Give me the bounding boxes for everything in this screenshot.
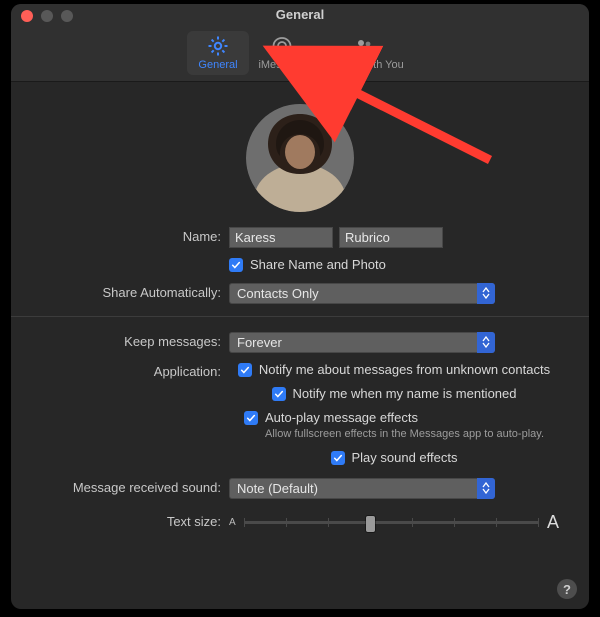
window-title: General bbox=[11, 7, 589, 22]
share-automatically-value: Contacts Only bbox=[237, 286, 319, 301]
autoplay-effects-note: Allow fullscreen effects in the Messages… bbox=[265, 428, 544, 440]
window-titlebar: General bbox=[11, 4, 589, 27]
notify-mention-label: Notify me when my name is mentioned bbox=[293, 385, 517, 403]
keep-messages-value: Forever bbox=[237, 335, 282, 350]
notify-unknown-checkbox[interactable]: Notify me about messages from unknown co… bbox=[238, 361, 550, 379]
text-size-max: A bbox=[547, 512, 559, 533]
help-label: ? bbox=[563, 582, 571, 597]
preferences-tabbar: General iMessage bbox=[11, 27, 589, 82]
received-sound-value: Note (Default) bbox=[237, 481, 318, 496]
checkmark-icon bbox=[272, 387, 286, 401]
checkmark-icon bbox=[331, 451, 345, 465]
tab-imessage-label: iMessage bbox=[258, 59, 305, 71]
share-automatically-label: Share Automatically: bbox=[41, 282, 229, 304]
checkmark-icon bbox=[244, 411, 258, 425]
autoplay-effects-checkbox[interactable]: Auto-play message effects bbox=[244, 409, 544, 427]
received-sound-label: Message received sound: bbox=[41, 477, 229, 499]
preferences-content: Name: Share Name and Photo bbox=[11, 82, 589, 551]
text-size-min: A bbox=[229, 517, 236, 528]
share-automatically-select[interactable]: Contacts Only bbox=[229, 283, 495, 304]
checkmark-icon bbox=[229, 258, 243, 272]
keep-messages-label: Keep messages: bbox=[41, 331, 229, 353]
text-size-slider[interactable] bbox=[244, 512, 539, 532]
tab-shared-with-you[interactable]: Shared with You bbox=[315, 31, 413, 75]
received-sound-select[interactable]: Note (Default) bbox=[229, 478, 495, 499]
application-label: Application: bbox=[41, 361, 229, 383]
notify-unknown-label: Notify me about messages from unknown co… bbox=[259, 361, 550, 379]
profile-avatar[interactable] bbox=[246, 104, 354, 212]
text-size-label: Text size: bbox=[41, 511, 229, 533]
notify-mention-checkbox[interactable]: Notify me when my name is mentioned bbox=[272, 385, 517, 403]
last-name-field[interactable] bbox=[339, 227, 443, 248]
gear-icon bbox=[206, 35, 230, 57]
people-icon bbox=[352, 35, 376, 57]
play-sound-effects-label: Play sound effects bbox=[352, 449, 458, 467]
chevron-updown-icon bbox=[477, 478, 495, 499]
slider-thumb[interactable] bbox=[366, 516, 375, 532]
tab-imessage[interactable]: iMessage bbox=[251, 31, 313, 75]
chevron-updown-icon bbox=[477, 332, 495, 353]
help-button[interactable]: ? bbox=[557, 579, 577, 599]
play-sound-effects-checkbox[interactable]: Play sound effects bbox=[331, 449, 458, 467]
autoplay-effects-label: Auto-play message effects bbox=[265, 409, 418, 427]
keep-messages-select[interactable]: Forever bbox=[229, 332, 495, 353]
name-label: Name: bbox=[41, 226, 229, 248]
preferences-window: General General bbox=[11, 4, 589, 609]
first-name-field[interactable] bbox=[229, 227, 333, 248]
chevron-updown-icon bbox=[477, 283, 495, 304]
share-name-photo-label: Share Name and Photo bbox=[250, 256, 386, 274]
share-name-photo-checkbox[interactable]: Share Name and Photo bbox=[229, 256, 386, 274]
section-divider bbox=[11, 316, 589, 317]
tab-general-label: General bbox=[198, 59, 237, 71]
checkmark-icon bbox=[238, 363, 252, 377]
tab-general[interactable]: General bbox=[187, 31, 249, 75]
tab-shared-label: Shared with You bbox=[324, 59, 404, 71]
at-sign-icon bbox=[270, 35, 294, 57]
